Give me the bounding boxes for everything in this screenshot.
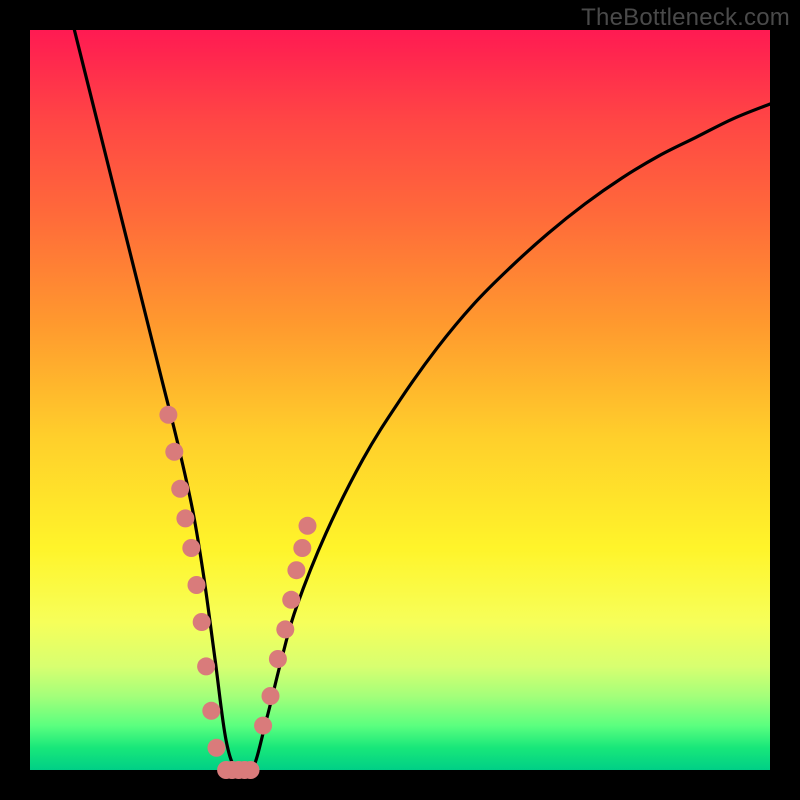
marker-bottom bbox=[242, 761, 260, 779]
chart-frame: TheBottleneck.com bbox=[0, 0, 800, 800]
marker-right bbox=[269, 650, 287, 668]
marker-left bbox=[159, 406, 177, 424]
bottleneck-curve-line bbox=[74, 30, 770, 776]
chart-svg bbox=[30, 30, 770, 770]
marker-left bbox=[188, 576, 206, 594]
marker-right bbox=[276, 620, 294, 638]
chart-plot-area bbox=[30, 30, 770, 770]
marker-left bbox=[165, 443, 183, 461]
marker-right bbox=[299, 517, 317, 535]
marker-left bbox=[197, 657, 215, 675]
marker-right bbox=[293, 539, 311, 557]
marker-right bbox=[287, 561, 305, 579]
marker-left bbox=[182, 539, 200, 557]
marker-left bbox=[202, 702, 220, 720]
marker-right bbox=[282, 591, 300, 609]
marker-right bbox=[262, 687, 280, 705]
marker-left bbox=[171, 480, 189, 498]
marker-left bbox=[193, 613, 211, 631]
marker-right bbox=[254, 717, 272, 735]
marker-left bbox=[207, 739, 225, 757]
marker-left bbox=[176, 509, 194, 527]
watermark-text: TheBottleneck.com bbox=[581, 4, 790, 32]
